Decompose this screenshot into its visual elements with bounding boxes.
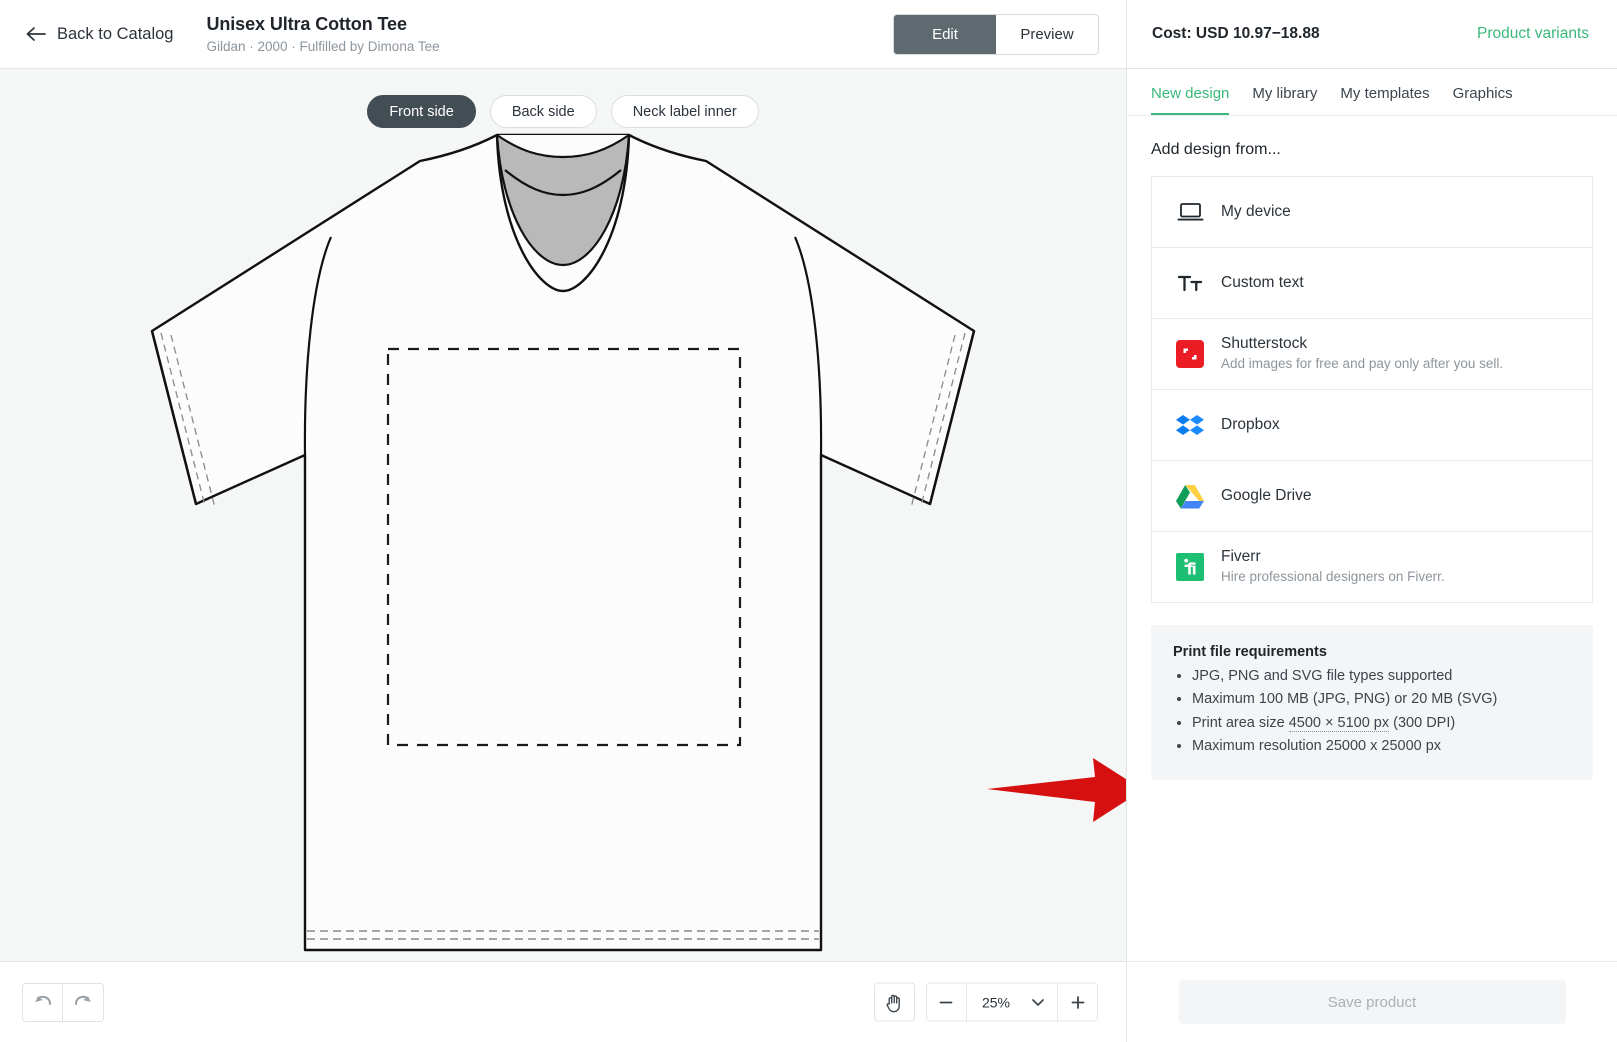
source-custom-text[interactable]: Custom text bbox=[1151, 247, 1593, 319]
product-variants-link[interactable]: Product variants bbox=[1477, 25, 1589, 43]
text-format-icon bbox=[1174, 272, 1206, 294]
source-custom-text-text: Custom text bbox=[1221, 274, 1304, 293]
source-label: Google Drive bbox=[1221, 486, 1312, 504]
source-dropbox-text: Dropbox bbox=[1221, 416, 1280, 435]
source-label: Dropbox bbox=[1221, 415, 1280, 433]
hand-pan-icon bbox=[886, 994, 901, 1012]
undo-icon bbox=[34, 995, 51, 1006]
design-canvas[interactable]: Front side Back side Neck label inner bbox=[0, 69, 1126, 961]
top-bar-left: Back to Catalog Unisex Ultra Cotton Tee … bbox=[0, 0, 1126, 68]
side-tab-neck-label-inner[interactable]: Neck label inner bbox=[610, 95, 759, 128]
dropbox-icon bbox=[1174, 411, 1206, 439]
tab-my-library[interactable]: My library bbox=[1252, 85, 1317, 115]
zoom-out-button[interactable] bbox=[926, 983, 966, 1021]
source-my-device[interactable]: My device bbox=[1151, 176, 1593, 248]
requirement-item: Maximum 100 MB (JPG, PNG) or 20 MB (SVG) bbox=[1192, 688, 1571, 711]
source-my-device-text: My device bbox=[1221, 203, 1291, 222]
design-source-list: My device Custom text Shutterstock Add i… bbox=[1151, 176, 1593, 603]
tab-my-templates[interactable]: My templates bbox=[1340, 85, 1429, 115]
tab-new-design[interactable]: New design bbox=[1151, 85, 1230, 115]
product-editor: Back to Catalog Unisex Ultra Cotton Tee … bbox=[0, 0, 1617, 1042]
panel-content: Add design from... My device Custom text… bbox=[1127, 116, 1617, 961]
tab-preview[interactable]: Preview bbox=[996, 15, 1098, 54]
canvas-column: Front side Back side Neck label inner 25… bbox=[0, 69, 1126, 1042]
print-area-value[interactable]: 4500 × 5100 px bbox=[1288, 714, 1390, 732]
page-title: Unisex Ultra Cotton Tee bbox=[206, 13, 407, 34]
chevron-down-icon bbox=[1032, 998, 1044, 1006]
source-shutterstock[interactable]: Shutterstock Add images for free and pay… bbox=[1151, 318, 1593, 390]
requirements-title: Print file requirements bbox=[1173, 644, 1327, 660]
panel-tabs: New design My library My templates Graph… bbox=[1127, 69, 1617, 116]
history-controls bbox=[22, 982, 104, 1022]
add-design-heading: Add design from... bbox=[1151, 141, 1281, 158]
source-google-drive-text: Google Drive bbox=[1221, 487, 1311, 506]
canvas-toolbar: 25% bbox=[0, 961, 1126, 1042]
product-subtitle: Gildan · 2000 · Fulfilled by Dimona Tee bbox=[206, 39, 440, 55]
fiverr-icon bbox=[1174, 552, 1206, 582]
zoom-level-box: 25% bbox=[925, 982, 1098, 1022]
save-product-button[interactable]: Save product bbox=[1178, 980, 1566, 1024]
mode-toggle: Edit Preview bbox=[893, 14, 1099, 55]
cost-label: Cost: USD 10.97−18.88 bbox=[1152, 25, 1320, 42]
print-file-requirements: Print file requirements JPG, PNG and SVG… bbox=[1151, 625, 1593, 780]
side-tab-back[interactable]: Back side bbox=[489, 95, 597, 128]
source-fiverr-text: Fiverr Hire professional designers on Fi… bbox=[1221, 548, 1445, 586]
source-dropbox[interactable]: Dropbox bbox=[1151, 389, 1593, 461]
arrow-left-icon bbox=[26, 27, 46, 41]
source-google-drive[interactable]: Google Drive bbox=[1151, 460, 1593, 532]
source-label: My device bbox=[1221, 202, 1291, 220]
laptop-icon bbox=[1174, 201, 1206, 223]
undo-button[interactable] bbox=[22, 982, 63, 1022]
tab-graphics[interactable]: Graphics bbox=[1453, 85, 1513, 115]
source-shutterstock-text: Shutterstock Add images for free and pay… bbox=[1221, 335, 1503, 373]
tshirt-mockup bbox=[150, 133, 976, 952]
editor-body: Front side Back side Neck label inner 25… bbox=[0, 69, 1617, 1042]
zoom-in-button[interactable] bbox=[1058, 983, 1097, 1021]
tab-edit[interactable]: Edit bbox=[894, 15, 996, 54]
requirement-item: JPG, PNG and SVG file types supported bbox=[1192, 665, 1571, 688]
requirements-list: JPG, PNG and SVG file types supported Ma… bbox=[1173, 665, 1571, 759]
source-fiverr[interactable]: Fiverr Hire professional designers on Fi… bbox=[1151, 531, 1593, 603]
side-tabs: Front side Back side Neck label inner bbox=[0, 95, 1126, 128]
print-area-prefix: Print area size bbox=[1192, 714, 1289, 731]
redo-icon bbox=[74, 995, 91, 1006]
back-to-catalog-link[interactable]: Back to Catalog bbox=[26, 25, 173, 44]
side-tab-front[interactable]: Front side bbox=[367, 95, 476, 128]
source-label: Shutterstock bbox=[1221, 334, 1308, 352]
requirement-item: Maximum resolution 25000 x 25000 px bbox=[1192, 735, 1571, 758]
redo-button[interactable] bbox=[63, 982, 104, 1022]
source-description: Hire professional designers on Fiverr. bbox=[1221, 569, 1445, 585]
requirement-item-print-area: Print area size 4500 × 5100 px (300 DPI) bbox=[1192, 712, 1571, 735]
print-area-suffix: (300 DPI) bbox=[1389, 714, 1456, 731]
top-bar: Back to Catalog Unisex Ultra Cotton Tee … bbox=[0, 0, 1617, 69]
shutterstock-icon bbox=[1174, 339, 1206, 369]
google-drive-icon bbox=[1174, 483, 1206, 510]
back-to-catalog-label: Back to Catalog bbox=[57, 24, 174, 43]
source-label: Custom text bbox=[1221, 273, 1304, 291]
zoom-controls: 25% bbox=[873, 982, 1098, 1022]
zoom-level-dropdown[interactable]: 25% bbox=[967, 984, 1057, 1021]
top-bar-right: Cost: USD 10.97−18.88 Product variants bbox=[1126, 0, 1617, 68]
zoom-level-value: 25% bbox=[981, 994, 1010, 1010]
design-panel: New design My library My templates Graph… bbox=[1126, 69, 1617, 1042]
panel-footer: Save product bbox=[1127, 961, 1617, 1042]
product-title-block: Unisex Ultra Cotton Tee Gildan · 2000 · … bbox=[206, 13, 439, 56]
pan-tool-button[interactable] bbox=[873, 982, 915, 1022]
source-label: Fiverr bbox=[1221, 547, 1261, 565]
source-description: Add images for free and pay only after y… bbox=[1221, 356, 1504, 372]
plus-icon bbox=[1071, 995, 1084, 1009]
minus-icon bbox=[940, 1001, 953, 1003]
